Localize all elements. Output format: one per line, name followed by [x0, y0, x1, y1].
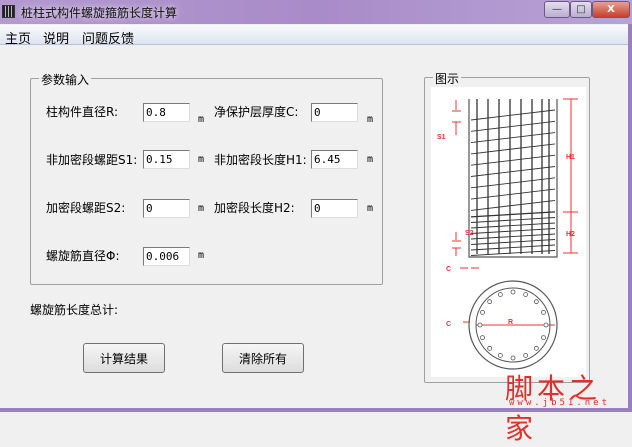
c-section-label: C [446, 321, 451, 328]
minimize-button[interactable]: — [544, 1, 570, 18]
section-bar [541, 335, 546, 341]
h2-input[interactable]: 0 [311, 199, 358, 218]
figure-legend: 图示 [433, 70, 462, 87]
h1-label: 非加密段长度H1: [214, 153, 307, 167]
diameter-label: 柱构件直径R: [46, 105, 119, 119]
section-bar [510, 355, 516, 361]
h1-input[interactable]: 6.45 [311, 150, 358, 169]
s2-label: 加密段螺距S2: [46, 201, 126, 215]
r-dim-label: R [508, 319, 513, 326]
s2-dim-label: S2 [465, 230, 474, 237]
section-bar [543, 322, 549, 328]
menu-help[interactable]: 说明 [43, 28, 69, 47]
section-bar [497, 353, 503, 358]
close-button[interactable]: X [592, 1, 630, 18]
menu-bar: 主页 说明 问题反馈 [0, 25, 632, 47]
h2-unit: m [367, 203, 374, 214]
s1-unit: m [198, 154, 205, 165]
rebar-diameter-unit: m [198, 250, 205, 261]
s2-unit: m [198, 203, 205, 214]
section-bar [523, 353, 529, 358]
section-bar [541, 309, 546, 315]
section-bar [523, 292, 529, 297]
section-bar [480, 309, 485, 315]
section-bar [477, 322, 483, 328]
title-bar: 桩柱式构件螺旋箍筋长度计算 — □ X [0, 0, 632, 24]
section-bar [533, 299, 539, 305]
maximize-button[interactable]: □ [570, 1, 592, 18]
rebar-diameter-input[interactable]: 0.006 [143, 247, 190, 266]
section-bar [480, 335, 485, 341]
menu-home[interactable]: 主页 [5, 28, 31, 47]
window-border-bottom [0, 408, 632, 412]
section-bar [510, 289, 516, 295]
s1-label: 非加密段螺距S1: [46, 153, 138, 167]
window-title: 桩柱式构件螺旋箍筋长度计算 [21, 6, 178, 20]
app-icon [2, 5, 15, 18]
h1-unit: m [367, 154, 374, 165]
spiral-stirrup-diagram: H1 H2 S1 S2 C C R [431, 87, 586, 377]
section-bar [487, 299, 493, 305]
cover-input[interactable]: 0 [311, 103, 358, 122]
rebar-diameter-label: 螺旋筋直径Φ: [46, 249, 120, 263]
cover-unit: m [367, 114, 374, 125]
h1-dim-label: H1 [566, 154, 575, 161]
section-bar [497, 292, 503, 297]
s1-dim-label: S1 [437, 134, 446, 141]
section-bar [533, 345, 539, 351]
params-legend: 参数输入 [39, 71, 92, 88]
calculate-button[interactable]: 计算结果 [83, 343, 165, 373]
watermark-url: www.jb51.net [509, 398, 611, 408]
section-bar [487, 345, 493, 351]
window-border [628, 24, 632, 412]
diameter-unit: m [198, 114, 205, 125]
menu-feedback[interactable]: 问题反馈 [82, 28, 134, 47]
s2-input[interactable]: 0 [143, 199, 190, 218]
c-dim-label: C [446, 266, 451, 273]
clear-all-button[interactable]: 清除所有 [222, 343, 304, 373]
h2-label: 加密段长度H2: [214, 201, 295, 215]
diameter-input[interactable]: 0.8 [143, 103, 190, 122]
total-length-label: 螺旋筋长度总计: [30, 303, 119, 317]
cover-label: 净保护层厚度C: [214, 105, 299, 119]
h2-dim-label: H2 [566, 231, 575, 238]
s1-input[interactable]: 0.15 [143, 150, 190, 169]
